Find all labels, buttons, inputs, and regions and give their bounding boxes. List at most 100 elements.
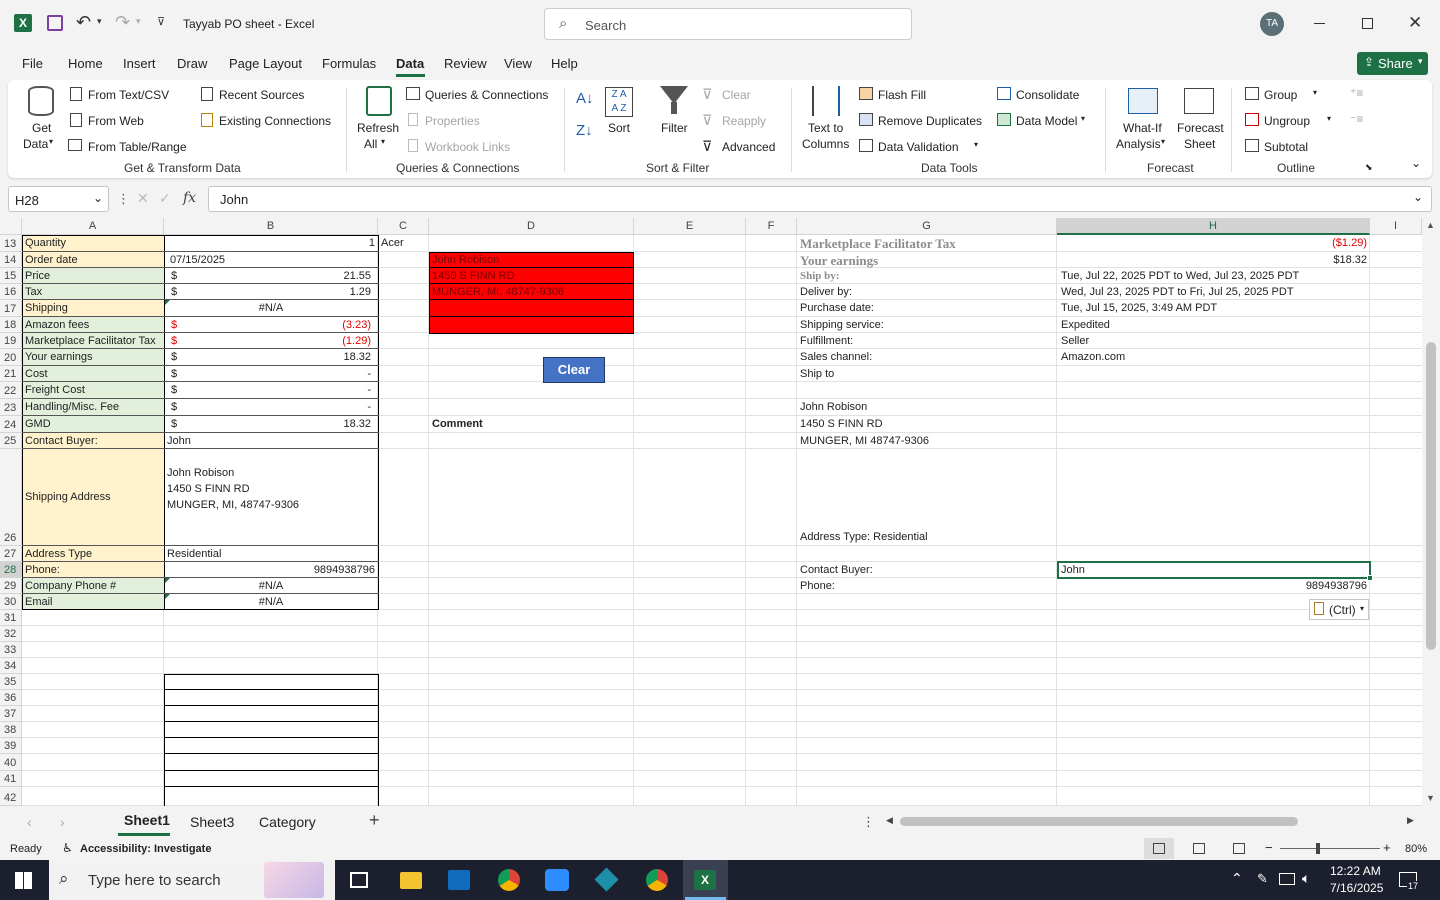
cell-d24[interactable]: Comment	[430, 417, 630, 432]
ungroup-dropdown-icon[interactable]: ▾	[1327, 114, 1331, 123]
row-header-14[interactable]: 14	[0, 252, 22, 268]
cell-a19[interactable]: Marketplace Facilitator Tax	[23, 334, 164, 349]
cell-b24[interactable]: 18.32	[165, 417, 373, 432]
row-header-39[interactable]: 39	[0, 738, 22, 754]
menu-home[interactable]: Home	[68, 56, 103, 71]
cell-g17[interactable]: Purchase date:	[798, 301, 1056, 316]
row-header-19[interactable]: 19	[0, 333, 22, 349]
from-text-csv-button[interactable]: From Text/CSV	[88, 88, 169, 102]
row-header-17[interactable]: 17	[0, 300, 22, 317]
menu-page-layout[interactable]: Page Layout	[229, 56, 302, 71]
refresh-all-label2[interactable]: All	[364, 137, 377, 151]
cell-h15[interactable]: Tue, Jul 22, 2025 PDT to Wed, Jul 23, 20…	[1059, 269, 1369, 284]
sort-button[interactable]: Sort	[608, 121, 630, 135]
vertical-scrollbar[interactable]: ▲ ▼	[1422, 218, 1440, 806]
data-model-button[interactable]: Data Model	[1016, 114, 1077, 128]
refresh-all-button[interactable]: Refresh	[357, 121, 399, 135]
row-header-21[interactable]: 21	[0, 366, 22, 382]
column-header-b[interactable]: B	[164, 218, 378, 235]
cell-a25[interactable]: Contact Buyer:	[23, 434, 164, 449]
row-header-23[interactable]: 23	[0, 399, 22, 416]
row-header-24[interactable]: 24	[0, 416, 22, 433]
redo-icon[interactable]: ↷	[115, 12, 130, 33]
cell-a21[interactable]: Cost	[23, 367, 164, 382]
formula-input[interactable]: John ⌄	[208, 186, 1432, 212]
file-explorer-icon[interactable]	[400, 872, 422, 889]
cell-b22[interactable]: -	[165, 383, 373, 398]
zoom-slider-track[interactable]	[1280, 848, 1380, 849]
clock-time[interactable]: 12:22 AM	[1330, 864, 1381, 878]
chrome-profile-icon[interactable]	[646, 869, 668, 891]
cell-g28[interactable]: Contact Buyer:	[798, 563, 1056, 578]
taskbar-search-box[interactable]: ⌕ Type here to search	[49, 860, 335, 900]
show-detail-icon[interactable]: ⁺≡	[1350, 86, 1363, 100]
row-header-20[interactable]: 20	[0, 349, 22, 366]
cell-a27[interactable]: Address Type	[23, 547, 164, 562]
network-icon[interactable]	[1279, 873, 1295, 885]
cell-a15[interactable]: Price	[23, 269, 164, 284]
prev-sheet-icon[interactable]: ‹	[27, 814, 32, 830]
cell-b19[interactable]: (1.29)	[165, 334, 373, 349]
tab-sheet1[interactable]: Sheet1	[124, 812, 170, 828]
cell-a20[interactable]: Your earnings	[23, 350, 164, 365]
menu-data[interactable]: Data	[396, 56, 424, 71]
cell-h16[interactable]: Wed, Jul 23, 2025 PDT to Fri, Jul 25, 20…	[1059, 285, 1369, 300]
group-dropdown-icon[interactable]: ▾	[1313, 88, 1317, 97]
confirm-entry-icon[interactable]: ✓	[159, 190, 171, 207]
get-data-dropdown-icon[interactable]: ▾	[49, 137, 53, 146]
name-box[interactable]: H28 ⌄	[8, 186, 109, 212]
cell-a23[interactable]: Handling/Misc. Fee	[23, 400, 164, 415]
outline-dialog-launcher-icon[interactable]: ⬊	[1365, 162, 1373, 173]
cell-d15[interactable]: 1450 S FINN RD	[430, 269, 633, 284]
cell-h18[interactable]: Expedited	[1059, 318, 1369, 333]
paste-options-button[interactable]: (Ctrl) ▾	[1309, 599, 1369, 620]
app-diamond-icon[interactable]	[594, 867, 619, 892]
cell-b26-line3[interactable]: MUNGER, MI, 48747-9306	[165, 498, 377, 513]
volume-icon[interactable]: 🔈︎	[1302, 870, 1310, 887]
row-header-42[interactable]: 42	[0, 787, 22, 806]
fill-handle[interactable]	[1367, 575, 1373, 581]
data-model-dropdown-icon[interactable]: ▾	[1081, 114, 1085, 123]
menu-review[interactable]: Review	[444, 56, 487, 71]
get-data-label2[interactable]: Data	[23, 137, 48, 151]
cell-b23[interactable]: -	[165, 400, 373, 415]
worksheet-grid[interactable]: ABCDEFGHI 13 14 15 16 17 18 19 20 21 22 23 24 25 26 27…	[0, 218, 1422, 806]
hscroll-left-icon[interactable]: ◀	[886, 815, 893, 826]
redo-dropdown-icon[interactable]: ▾	[136, 16, 141, 27]
from-table-range-button[interactable]: From Table/Range	[88, 140, 187, 154]
cell-b15[interactable]: 21.55	[165, 269, 373, 284]
row-header-13[interactable]: 13	[0, 235, 22, 252]
row-header-40[interactable]: 40	[0, 754, 22, 771]
row-header-22[interactable]: 22	[0, 382, 22, 399]
clear-filter-button[interactable]: Clear	[722, 88, 751, 102]
subtotal-button[interactable]: Subtotal	[1264, 140, 1308, 154]
what-if-analysis-label2[interactable]: Analysis	[1116, 137, 1161, 151]
row-header-30[interactable]: 30	[0, 594, 22, 610]
expand-formula-icon[interactable]: ⌄	[1413, 190, 1423, 204]
page-layout-view-icon[interactable]	[1193, 843, 1205, 854]
cell-b26-line2[interactable]: 1450 S FINN RD	[165, 482, 377, 497]
queries-connections-button[interactable]: Queries & Connections	[425, 88, 548, 102]
cancel-entry-icon[interactable]: ✕	[137, 190, 149, 207]
data-validation-dropdown-icon[interactable]: ▾	[974, 140, 978, 149]
cell-a29[interactable]: Company Phone #	[23, 579, 164, 594]
collapse-ribbon-icon[interactable]: ⌄	[1411, 156, 1421, 170]
column-header-a[interactable]: A	[22, 218, 164, 235]
cell-a30[interactable]: Email	[23, 595, 164, 610]
sort-ascending-icon[interactable]: A↓	[576, 90, 594, 107]
undo-dropdown-icon[interactable]: ▾	[97, 16, 102, 27]
restore-icon[interactable]	[1362, 18, 1373, 29]
outlook-icon[interactable]	[448, 870, 470, 890]
what-if-dropdown-icon[interactable]: ▾	[1161, 137, 1165, 146]
formula-bar-options-icon[interactable]: ⋮	[117, 191, 130, 207]
customize-toolbar-icon[interactable]: ⊽	[157, 15, 165, 28]
workbook-links-button[interactable]: Workbook Links	[425, 140, 510, 154]
cell-b17[interactable]: #N/A	[165, 301, 377, 316]
cell-g13[interactable]: Marketplace Facilitator Tax	[798, 236, 1056, 251]
column-header-i[interactable]: I	[1370, 218, 1422, 235]
clock-date[interactable]: 7/16/2025	[1330, 881, 1383, 895]
row-header-15[interactable]: 15	[0, 268, 22, 284]
tab-category[interactable]: Category	[259, 814, 316, 830]
cell-g14[interactable]: Your earnings	[798, 253, 1056, 268]
tabs-options-icon[interactable]: ⋮	[862, 814, 875, 830]
